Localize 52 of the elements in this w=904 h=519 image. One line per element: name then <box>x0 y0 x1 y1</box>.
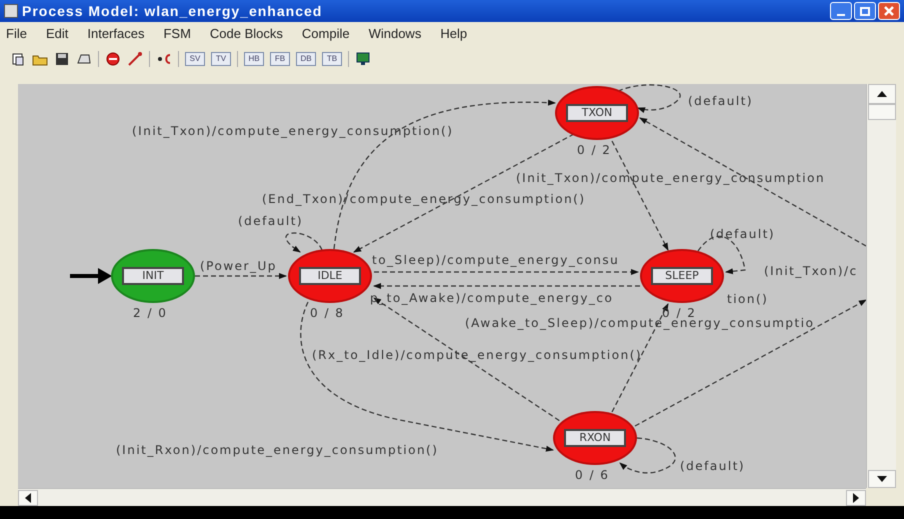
transition-label: (default) <box>710 226 776 243</box>
state-counts: 2 / 0 <box>133 305 168 322</box>
minimize-button[interactable] <box>830 2 852 20</box>
vertical-scrollbar[interactable] <box>866 84 896 488</box>
toolbar-button[interactable]: DB <box>296 52 316 66</box>
transition-label: (Init_Txon)/compute_energy_consumption() <box>132 123 454 140</box>
scroll-left-icon <box>25 492 31 502</box>
horizontal-scrollbar[interactable] <box>18 488 866 506</box>
transition-label: (Init_Txon)/c <box>764 263 858 280</box>
transition-label: (Rx_to_Idle)/compute_energy_consumption() <box>312 347 642 364</box>
scroll-down-icon <box>876 476 886 482</box>
menu-item[interactable]: FSM <box>163 24 191 44</box>
transition-label: to_Sleep)/compute_energy_consu <box>372 252 620 269</box>
toolbar-button[interactable]: TV <box>211 52 231 66</box>
toolbar-button[interactable]: HB <box>244 52 264 66</box>
transition-arrow <box>618 84 681 113</box>
close-button[interactable] <box>878 2 900 20</box>
transition-arrow <box>619 437 676 474</box>
transition-label: (Power_Up <box>200 258 277 275</box>
state-counts: 0 / 8 <box>310 305 344 322</box>
transition-label: (Init_Rxon)/compute_energy_consumption() <box>116 442 438 459</box>
maximize-button[interactable] <box>854 2 876 20</box>
scrollbar-thumb[interactable] <box>868 104 896 120</box>
transition-label: (default) <box>238 213 304 230</box>
menu-item[interactable]: Interfaces <box>87 24 144 44</box>
scroll-up-icon <box>876 91 886 97</box>
state-node[interactable]: RXON <box>553 411 637 465</box>
menu-item[interactable]: Compile <box>302 24 350 44</box>
close-icon <box>884 6 894 16</box>
transition-label: tion() <box>727 291 768 308</box>
menu-item[interactable]: File <box>6 24 27 44</box>
transition-label: p_to_Awake)/compute_energy_co <box>370 290 614 307</box>
state-counts: 0 / 2 <box>577 142 612 159</box>
menu-item[interactable]: Help <box>440 24 468 44</box>
state-counts: 0 / 6 <box>575 467 610 484</box>
entry-arrow <box>70 268 112 284</box>
app-icon <box>4 4 18 18</box>
transition-label: (default) <box>688 93 754 110</box>
state-node[interactable]: INIT <box>111 249 195 303</box>
window-title: Process Model: wlan_energy_enhanced <box>22 2 322 21</box>
state-node[interactable]: TXON <box>555 86 639 140</box>
scroll-right-icon <box>853 492 859 502</box>
menu-item[interactable]: Code Blocks <box>210 24 283 44</box>
state-node[interactable]: SLEEP <box>640 249 724 303</box>
toolbar-button[interactable]: TB <box>322 52 342 66</box>
transition-arrow <box>286 232 323 253</box>
toolbar-button[interactable]: FB <box>270 52 290 66</box>
menu-item[interactable]: Windows <box>368 24 422 44</box>
menu-item[interactable]: Edit <box>46 24 68 44</box>
state-node[interactable]: IDLE <box>288 249 372 303</box>
transition-label: (default) <box>680 458 746 475</box>
toolbar-button[interactable]: SV <box>185 52 205 66</box>
